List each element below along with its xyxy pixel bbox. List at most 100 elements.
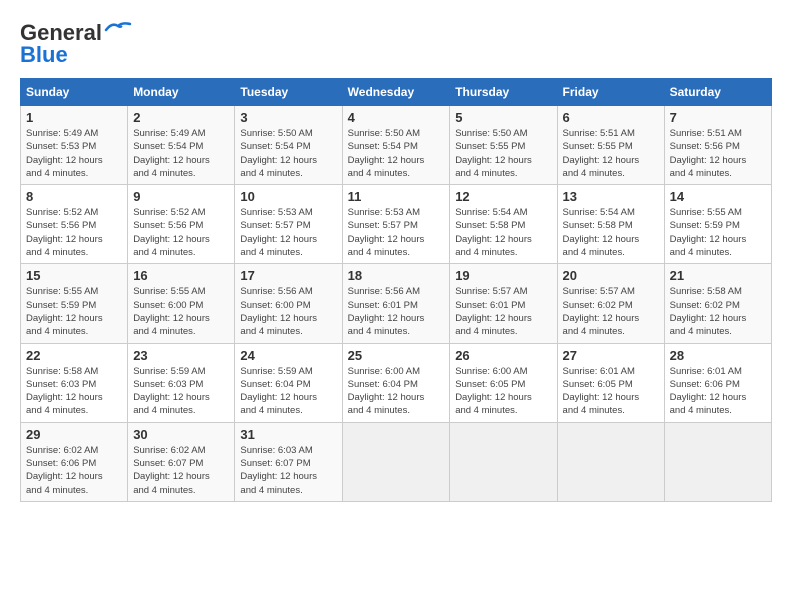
calendar-table: SundayMondayTuesdayWednesdayThursdayFrid… — [20, 78, 772, 502]
day-info: Sunrise: 5:55 AM Sunset: 6:00 PM Dayligh… — [133, 285, 229, 338]
day-number: 3 — [240, 110, 336, 125]
page-header: General Blue — [20, 20, 772, 68]
day-info: Sunrise: 5:57 AM Sunset: 6:01 PM Dayligh… — [455, 285, 551, 338]
day-info: Sunrise: 6:02 AM Sunset: 6:07 PM Dayligh… — [133, 444, 229, 497]
calendar-cell: 7 Sunrise: 5:51 AM Sunset: 5:56 PM Daylig… — [664, 106, 771, 185]
day-info: Sunrise: 5:56 AM Sunset: 6:01 PM Dayligh… — [348, 285, 445, 338]
day-info: Sunrise: 5:55 AM Sunset: 5:59 PM Dayligh… — [26, 285, 122, 338]
day-info: Sunrise: 5:58 AM Sunset: 6:03 PM Dayligh… — [26, 365, 122, 418]
calendar-header-saturday: Saturday — [664, 79, 771, 106]
logo-bird-icon — [104, 20, 132, 38]
calendar-cell: 2 Sunrise: 5:49 AM Sunset: 5:54 PM Daylig… — [128, 106, 235, 185]
day-number: 7 — [670, 110, 766, 125]
day-number: 24 — [240, 348, 336, 363]
day-info: Sunrise: 5:50 AM Sunset: 5:55 PM Dayligh… — [455, 127, 551, 180]
calendar-cell — [664, 422, 771, 501]
day-number: 12 — [455, 189, 551, 204]
day-number: 16 — [133, 268, 229, 283]
calendar-cell: 29 Sunrise: 6:02 AM Sunset: 6:06 PM Dayli… — [21, 422, 128, 501]
day-number: 31 — [240, 427, 336, 442]
calendar-cell: 12 Sunrise: 5:54 AM Sunset: 5:58 PM Dayli… — [450, 185, 557, 264]
day-info: Sunrise: 5:50 AM Sunset: 5:54 PM Dayligh… — [348, 127, 445, 180]
day-number: 25 — [348, 348, 445, 363]
calendar-cell: 9Sunrise: 5:52 AM Sunset: 5:56 PM Daylig… — [128, 185, 235, 264]
day-number: 22 — [26, 348, 122, 363]
day-number: 9 — [133, 189, 229, 204]
calendar-cell: 16 Sunrise: 5:55 AM Sunset: 6:00 PM Dayli… — [128, 264, 235, 343]
day-info: Sunrise: 5:57 AM Sunset: 6:02 PM Dayligh… — [563, 285, 659, 338]
day-info: Sunrise: 5:54 AM Sunset: 5:58 PM Dayligh… — [563, 206, 659, 259]
day-info: Sunrise: 5:59 AM Sunset: 6:04 PM Dayligh… — [240, 365, 336, 418]
calendar-cell: 18 Sunrise: 5:56 AM Sunset: 6:01 PM Dayli… — [342, 264, 450, 343]
calendar-cell: 6Sunrise: 5:51 AM Sunset: 5:55 PM Daylig… — [557, 106, 664, 185]
day-info: Sunrise: 6:00 AM Sunset: 6:04 PM Dayligh… — [348, 365, 445, 418]
calendar-week-row: 22 Sunrise: 5:58 AM Sunset: 6:03 PM Dayli… — [21, 343, 772, 422]
day-info: Sunrise: 6:02 AM Sunset: 6:06 PM Dayligh… — [26, 444, 122, 497]
calendar-cell: 11 Sunrise: 5:53 AM Sunset: 5:57 PM Dayli… — [342, 185, 450, 264]
calendar-cell: 26 Sunrise: 6:00 AM Sunset: 6:05 PM Dayli… — [450, 343, 557, 422]
logo: General Blue — [20, 20, 132, 68]
calendar-header-monday: Monday — [128, 79, 235, 106]
day-number: 19 — [455, 268, 551, 283]
day-info: Sunrise: 5:49 AM Sunset: 5:54 PM Dayligh… — [133, 127, 229, 180]
calendar-header-tuesday: Tuesday — [235, 79, 342, 106]
day-number: 23 — [133, 348, 229, 363]
day-info: Sunrise: 5:51 AM Sunset: 5:55 PM Dayligh… — [563, 127, 659, 180]
day-number: 27 — [563, 348, 659, 363]
calendar-cell: 8 Sunrise: 5:52 AM Sunset: 5:56 PM Daylig… — [21, 185, 128, 264]
calendar-cell: 23 Sunrise: 5:59 AM Sunset: 6:03 PM Dayli… — [128, 343, 235, 422]
day-info: Sunrise: 5:52 AM Sunset: 5:56 PM Dayligh… — [26, 206, 122, 259]
day-info: Sunrise: 5:51 AM Sunset: 5:56 PM Dayligh… — [670, 127, 766, 180]
day-number: 30 — [133, 427, 229, 442]
day-number: 20 — [563, 268, 659, 283]
day-number: 1 — [26, 110, 122, 125]
calendar-cell: 15 Sunrise: 5:55 AM Sunset: 5:59 PM Dayli… — [21, 264, 128, 343]
day-info: Sunrise: 5:53 AM Sunset: 5:57 PM Dayligh… — [240, 206, 336, 259]
day-info: Sunrise: 5:53 AM Sunset: 5:57 PM Dayligh… — [348, 206, 445, 259]
day-info: Sunrise: 6:01 AM Sunset: 6:06 PM Dayligh… — [670, 365, 766, 418]
calendar-cell: 24 Sunrise: 5:59 AM Sunset: 6:04 PM Dayli… — [235, 343, 342, 422]
calendar-cell: 13Sunrise: 5:54 AM Sunset: 5:58 PM Dayli… — [557, 185, 664, 264]
calendar-cell: 19 Sunrise: 5:57 AM Sunset: 6:01 PM Dayli… — [450, 264, 557, 343]
day-number: 10 — [240, 189, 336, 204]
day-info: Sunrise: 5:49 AM Sunset: 5:53 PM Dayligh… — [26, 127, 122, 180]
day-number: 26 — [455, 348, 551, 363]
calendar-header-friday: Friday — [557, 79, 664, 106]
day-info: Sunrise: 5:54 AM Sunset: 5:58 PM Dayligh… — [455, 206, 551, 259]
day-info: Sunrise: 5:58 AM Sunset: 6:02 PM Dayligh… — [670, 285, 766, 338]
calendar-cell: 4Sunrise: 5:50 AM Sunset: 5:54 PM Daylig… — [342, 106, 450, 185]
day-info: Sunrise: 6:03 AM Sunset: 6:07 PM Dayligh… — [240, 444, 336, 497]
day-info: Sunrise: 5:59 AM Sunset: 6:03 PM Dayligh… — [133, 365, 229, 418]
day-number: 28 — [670, 348, 766, 363]
calendar-cell: 21Sunrise: 5:58 AM Sunset: 6:02 PM Dayli… — [664, 264, 771, 343]
day-number: 5 — [455, 110, 551, 125]
day-number: 2 — [133, 110, 229, 125]
calendar-cell — [557, 422, 664, 501]
day-info: Sunrise: 5:50 AM Sunset: 5:54 PM Dayligh… — [240, 127, 336, 180]
calendar-cell: 27 Sunrise: 6:01 AM Sunset: 6:05 PM Dayli… — [557, 343, 664, 422]
calendar-cell: 30 Sunrise: 6:02 AM Sunset: 6:07 PM Dayli… — [128, 422, 235, 501]
calendar-week-row: 8 Sunrise: 5:52 AM Sunset: 5:56 PM Daylig… — [21, 185, 772, 264]
calendar-cell: 28 Sunrise: 6:01 AM Sunset: 6:06 PM Dayli… — [664, 343, 771, 422]
calendar-cell: 14 Sunrise: 5:55 AM Sunset: 5:59 PM Dayli… — [664, 185, 771, 264]
calendar-cell: 25 Sunrise: 6:00 AM Sunset: 6:04 PM Dayli… — [342, 343, 450, 422]
calendar-week-row: 29 Sunrise: 6:02 AM Sunset: 6:06 PM Dayli… — [21, 422, 772, 501]
day-number: 29 — [26, 427, 122, 442]
day-info: Sunrise: 6:00 AM Sunset: 6:05 PM Dayligh… — [455, 365, 551, 418]
calendar-cell: 1 Sunrise: 5:49 AM Sunset: 5:53 PM Daylig… — [21, 106, 128, 185]
day-info: Sunrise: 5:55 AM Sunset: 5:59 PM Dayligh… — [670, 206, 766, 259]
calendar-header-wednesday: Wednesday — [342, 79, 450, 106]
day-number: 18 — [348, 268, 445, 283]
calendar-body: 1 Sunrise: 5:49 AM Sunset: 5:53 PM Daylig… — [21, 106, 772, 502]
day-number: 8 — [26, 189, 122, 204]
day-number: 11 — [348, 189, 445, 204]
calendar-header-row: SundayMondayTuesdayWednesdayThursdayFrid… — [21, 79, 772, 106]
day-info: Sunrise: 6:01 AM Sunset: 6:05 PM Dayligh… — [563, 365, 659, 418]
day-number: 14 — [670, 189, 766, 204]
day-number: 15 — [26, 268, 122, 283]
calendar-cell: 20 Sunrise: 5:57 AM Sunset: 6:02 PM Dayli… — [557, 264, 664, 343]
day-info: Sunrise: 5:56 AM Sunset: 6:00 PM Dayligh… — [240, 285, 336, 338]
calendar-cell: 5 Sunrise: 5:50 AM Sunset: 5:55 PM Daylig… — [450, 106, 557, 185]
calendar-cell: 3 Sunrise: 5:50 AM Sunset: 5:54 PM Daylig… — [235, 106, 342, 185]
calendar-week-row: 15 Sunrise: 5:55 AM Sunset: 5:59 PM Dayli… — [21, 264, 772, 343]
